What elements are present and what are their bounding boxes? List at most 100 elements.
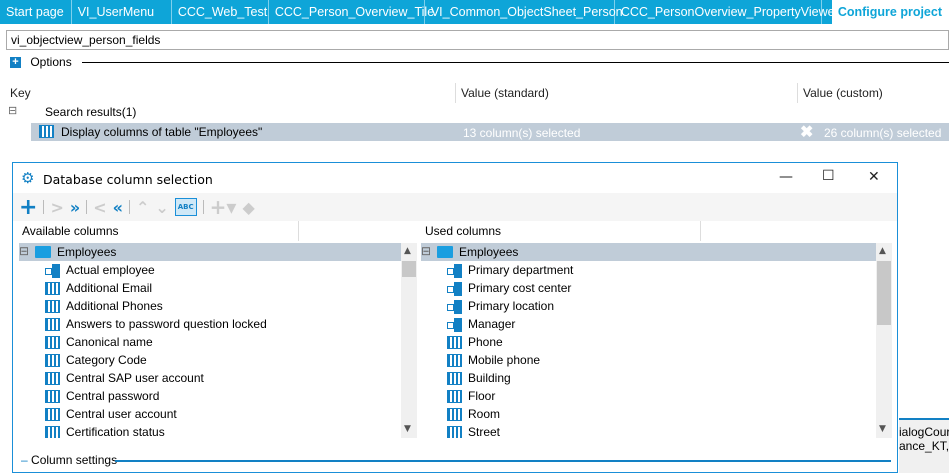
tab-ccc-web-test[interactable]: CCC_Web_Test — [172, 0, 269, 24]
list-item[interactable]: Certification status — [19, 423, 401, 438]
list-item[interactable]: Central SAP user account — [19, 369, 401, 387]
sort-alphabetical-button[interactable]: ABC — [174, 198, 197, 216]
list-item[interactable]: Actual employee — [19, 261, 401, 279]
tab-vi-common-objectsheet-person[interactable]: VI_Common_ObjectSheet_Person — [425, 0, 623, 24]
used-scrollbar[interactable]: ▲ ▼ — [876, 243, 892, 438]
list-item-label: Primary location — [468, 299, 555, 313]
column-icon — [45, 426, 60, 438]
tab-vi-usermenu[interactable]: VI_UserMenu — [72, 0, 172, 24]
scroll-up-icon[interactable]: ▲ — [879, 246, 886, 256]
list-item[interactable]: Primary department — [421, 261, 876, 279]
divider — [43, 200, 45, 214]
list-item[interactable]: Phone — [421, 333, 876, 351]
list-item-label: Street — [468, 425, 501, 438]
list-item-label: Actual employee — [66, 263, 155, 277]
divider — [700, 221, 701, 241]
minimize-button[interactable]: — — [779, 169, 793, 185]
scroll-thumb[interactable] — [877, 261, 891, 325]
list-item[interactable]: Answers to password question locked — [19, 315, 401, 333]
scroll-down-icon[interactable]: ▼ — [404, 424, 411, 434]
column-icon — [447, 390, 462, 404]
list-item-label: Building — [468, 371, 511, 385]
tab-configure-project[interactable]: Configure project — [831, 0, 949, 24]
options-label: Options — [30, 55, 72, 69]
available-columns-header: Available columns — [22, 224, 119, 238]
list-item[interactable]: Additional Email — [19, 279, 401, 297]
list-item[interactable]: Primary location — [421, 297, 876, 315]
column-header-value-standard[interactable]: Value (standard) — [461, 86, 549, 100]
list-item[interactable]: Central user account — [19, 405, 401, 423]
column-icon — [39, 125, 54, 138]
column-header-value-custom[interactable]: Value (custom) — [803, 86, 883, 100]
tree-root-search-results[interactable]: Search results(1) — [45, 105, 136, 119]
tab-bar: Start page VI_UserMenu CCC_Web_Test CCC_… — [0, 0, 949, 24]
list-item-label: Phone — [468, 335, 503, 349]
list-item-label: Certification status — [66, 425, 165, 438]
maximize-button[interactable]: ☐ — [822, 168, 835, 184]
list-item[interactable]: Primary cost center — [421, 279, 876, 297]
tree-root-employees[interactable]: ⊟ Employees — [421, 243, 876, 261]
move-up-icon[interactable]: ⌃ — [136, 198, 149, 217]
list-item[interactable]: Room — [421, 405, 876, 423]
list-item[interactable]: Manager — [421, 315, 876, 333]
used-columns-list[interactable]: ⊟ Employees Primary department Primary cos… — [421, 243, 876, 438]
move-all-right-icon[interactable]: » — [70, 198, 80, 217]
divider — [115, 460, 891, 462]
scroll-down-icon[interactable]: ▼ — [879, 424, 886, 434]
collapse-icon[interactable]: ⊟ — [19, 244, 29, 258]
background-text: ialogCour — [899, 425, 949, 439]
column-icon — [447, 372, 462, 386]
tab-ccc-person-overview-tile[interactable]: CCC_Person_Overview_Tile — [269, 0, 434, 24]
toolbar: + > » < « ⌃ ⌄ ABC +▾ ◆ — [13, 193, 897, 221]
tab-ccc-personoverview-propertyviewer[interactable]: CCC_PersonOverview_PropertyViewer — [615, 0, 839, 24]
available-scrollbar[interactable]: ▲ ▼ — [401, 243, 417, 438]
list-item[interactable]: Floor — [421, 387, 876, 405]
move-right-icon[interactable]: > — [50, 198, 63, 217]
move-down-icon[interactable]: ⌄ — [155, 198, 168, 217]
list-item[interactable]: Street — [421, 423, 876, 438]
available-columns-list[interactable]: ⊟ Employees Actual employee Additional Ema… — [19, 243, 401, 438]
scroll-thumb[interactable] — [402, 261, 416, 277]
used-columns-header: Used columns — [425, 224, 502, 238]
options-section[interactable]: + Options — [10, 55, 72, 69]
tab-start-page[interactable]: Start page — [0, 0, 72, 24]
foreign-key-icon — [45, 264, 60, 279]
column-icon — [447, 354, 462, 368]
column-header-key[interactable]: Key — [10, 86, 31, 100]
list-item[interactable]: Category Code — [19, 351, 401, 369]
list-item[interactable]: Canonical name — [19, 333, 401, 351]
dialog-title: Database column selection — [43, 172, 213, 187]
collapse-icon[interactable]: ⊟ — [8, 104, 17, 117]
column-icon — [45, 390, 60, 404]
column-icon — [45, 300, 60, 314]
move-all-left-icon[interactable]: « — [113, 198, 123, 217]
tree-root-employees[interactable]: ⊟ Employees — [19, 243, 401, 261]
row-value-custom: 26 column(s) selected — [824, 126, 942, 140]
list-item[interactable]: Mobile phone — [421, 351, 876, 369]
folder-icon — [437, 246, 453, 258]
expand-icon[interactable]: + — [10, 57, 21, 69]
move-left-icon[interactable]: < — [93, 198, 106, 217]
search-input[interactable]: vi_objectview_person_fields — [6, 30, 949, 50]
list-item-label: Additional Email — [66, 281, 153, 295]
list-item-label: Category Code — [66, 353, 147, 367]
column-settings-section[interactable]: – Column settings — [21, 453, 117, 467]
list-item-label: Central SAP user account — [66, 371, 204, 385]
collapse-icon[interactable]: ⊟ — [421, 244, 431, 258]
list-item[interactable]: Central password — [19, 387, 401, 405]
tree-root-label: Employees — [459, 245, 519, 259]
folder-icon — [35, 246, 51, 258]
close-button[interactable]: ✕ — [868, 169, 880, 185]
list-item-label: Additional Phones — [66, 299, 163, 313]
foreign-key-icon — [447, 282, 462, 297]
list-item[interactable]: Additional Phones — [19, 297, 401, 315]
scroll-up-icon[interactable]: ▲ — [404, 246, 411, 256]
table-row[interactable]: Display columns of table "Employees" 13 … — [31, 123, 949, 141]
eraser-icon[interactable]: ◆ — [242, 198, 254, 217]
add-parameter-icon[interactable]: +▾ — [210, 195, 237, 219]
column-icon — [45, 282, 60, 296]
divider — [128, 200, 130, 214]
reset-icon[interactable]: ✖ — [800, 122, 813, 142]
add-icon[interactable]: + — [19, 195, 37, 220]
list-item[interactable]: Building — [421, 369, 876, 387]
